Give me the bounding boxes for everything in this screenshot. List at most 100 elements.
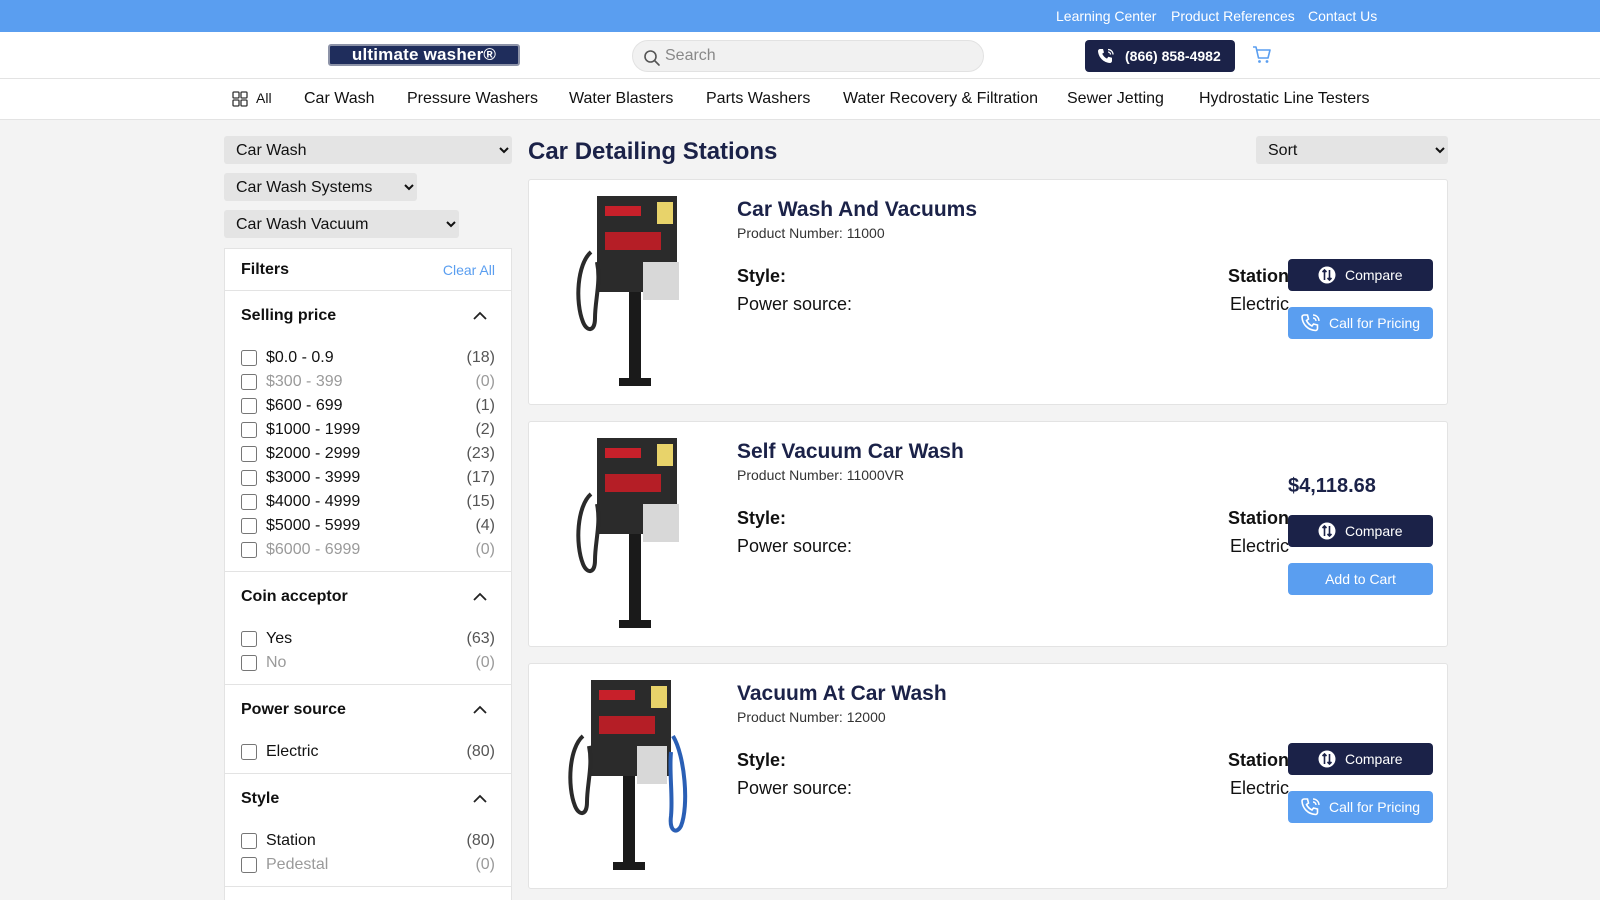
- filter-checkbox[interactable]: [241, 398, 257, 414]
- product-name[interactable]: Car Wash And Vacuums: [737, 198, 977, 222]
- filter-option[interactable]: $4000 - 4999 (15): [241, 492, 495, 512]
- filter-checkbox[interactable]: [241, 446, 257, 462]
- filters-panel: Filters Clear All Selling price $0.0 - 0…: [224, 248, 512, 900]
- filters-header: Filters Clear All: [225, 249, 511, 291]
- nav-item-parts-washers[interactable]: Parts Washers: [706, 90, 810, 108]
- call-for-pricing-button[interactable]: Call for Pricing: [1288, 791, 1433, 823]
- filter-option[interactable]: Station (80): [241, 831, 495, 851]
- learning-center-link[interactable]: Learning Center: [1056, 8, 1156, 24]
- filter-option[interactable]: Electric (80): [241, 742, 495, 762]
- filter-checkbox[interactable]: [241, 350, 257, 366]
- filter-checkbox[interactable]: [241, 744, 257, 760]
- filter-option-count: (0): [475, 654, 495, 671]
- filter-section-selling-price: Selling price $0.0 - 0.9 (18) $300 - 399 (…: [225, 291, 511, 572]
- product-card: Car Wash And Vacuums Product Number: 110…: [528, 179, 1448, 405]
- filter-option[interactable]: $1000 - 1999 (2): [241, 420, 495, 440]
- phone-button[interactable]: (866) 858-4982: [1085, 40, 1235, 72]
- cart-icon[interactable]: [1252, 45, 1272, 65]
- filters-title: Filters: [241, 261, 290, 278]
- filter-checkbox[interactable]: [241, 833, 257, 849]
- category-select-2[interactable]: Car Wash Systems: [224, 173, 417, 201]
- filter-option[interactable]: $6000 - 6999 (0): [241, 540, 495, 560]
- category-select-3[interactable]: Car Wash Vacuum: [224, 210, 459, 238]
- product-card: Vacuum At Car Wash Product Number: 12000…: [528, 663, 1448, 889]
- sort-select[interactable]: Sort: [1256, 136, 1448, 164]
- compare-label: Compare: [1345, 267, 1403, 283]
- filter-option[interactable]: $0.0 - 0.9 (18): [241, 348, 495, 368]
- filter-checkbox[interactable]: [241, 631, 257, 647]
- contact-us-link[interactable]: Contact Us: [1308, 8, 1377, 24]
- filter-checkbox[interactable]: [241, 857, 257, 873]
- category-select-1[interactable]: Car Wash: [224, 136, 512, 164]
- filter-option-count: (4): [475, 517, 495, 534]
- product-name[interactable]: Vacuum At Car Wash: [737, 682, 947, 706]
- filter-section-title: Coin acceptor: [241, 588, 348, 605]
- filter-checkbox[interactable]: [241, 494, 257, 510]
- filter-section-title: Power source: [241, 701, 346, 718]
- filter-checkbox[interactable]: [241, 422, 257, 438]
- style-value: Station: [1228, 750, 1289, 770]
- call-for-pricing-button[interactable]: Call for Pricing: [1288, 307, 1433, 339]
- filter-checkbox[interactable]: [241, 518, 257, 534]
- add-to-cart-button[interactable]: Add to Cart: [1288, 563, 1433, 595]
- power-source-label: Power source:: [737, 294, 853, 314]
- product-image[interactable]: [561, 192, 701, 392]
- nav-all[interactable]: All: [232, 90, 282, 110]
- nav-item-hydrostatic-line-testers[interactable]: Hydrostatic Line Testers: [1199, 90, 1369, 108]
- compare-label: Compare: [1345, 751, 1403, 767]
- filter-option[interactable]: $300 - 399 (0): [241, 372, 495, 392]
- page-title: Car Detailing Stations: [528, 138, 778, 165]
- nav-item-water-blasters[interactable]: Water Blasters: [569, 90, 673, 108]
- filter-checkbox[interactable]: [241, 374, 257, 390]
- compare-button[interactable]: Compare: [1288, 515, 1433, 547]
- filter-option[interactable]: $5000 - 5999 (4): [241, 516, 495, 536]
- filter-checkbox[interactable]: [241, 655, 257, 671]
- style-label: Style:: [737, 266, 787, 286]
- filter-option-label: $600 - 699: [266, 397, 343, 414]
- product-image[interactable]: [561, 434, 701, 634]
- filter-option[interactable]: Yes (63): [241, 629, 495, 649]
- chevron-up-icon[interactable]: [473, 794, 487, 803]
- product-references-link[interactable]: Product References: [1171, 8, 1295, 24]
- search-input[interactable]: [665, 45, 965, 67]
- filter-option-count: (23): [466, 445, 495, 462]
- filter-option[interactable]: $2000 - 2999 (23): [241, 444, 495, 464]
- filter-checkbox[interactable]: [241, 542, 257, 558]
- compare-button[interactable]: Compare: [1288, 259, 1433, 291]
- filter-option-label: $300 - 399: [266, 373, 343, 390]
- filter-section-coin-acceptor: Coin acceptor Yes (63) No (0): [225, 572, 511, 685]
- chevron-up-icon[interactable]: [473, 311, 487, 320]
- product-number: Product Number: 12000: [737, 709, 886, 725]
- nav-item-pressure-washers[interactable]: Pressure Washers: [407, 90, 538, 108]
- filter-option-count: (2): [475, 421, 495, 438]
- clear-all-link[interactable]: Clear All: [443, 262, 495, 278]
- filter-option[interactable]: $3000 - 3999 (17): [241, 468, 495, 488]
- chevron-up-icon[interactable]: [473, 705, 487, 714]
- nav-item-car-wash[interactable]: Car Wash: [304, 90, 375, 108]
- filter-option[interactable]: No (0): [241, 653, 495, 673]
- category-nav: All Car Wash Pressure Washers Water Blas…: [0, 79, 1600, 120]
- filter-option-count: (0): [475, 856, 495, 873]
- filter-option-label: Pedestal: [266, 856, 329, 873]
- compare-button[interactable]: Compare: [1288, 743, 1433, 775]
- filter-option-count: (80): [466, 743, 495, 760]
- product-name[interactable]: Self Vacuum Car Wash: [737, 440, 964, 464]
- filter-option-label: $2000 - 2999: [266, 445, 361, 462]
- nav-item-water-recovery[interactable]: Water Recovery & Filtration: [843, 90, 1038, 108]
- power-source-value: Electric: [1229, 294, 1289, 314]
- phone-icon: [1301, 798, 1320, 816]
- product-image[interactable]: [561, 676, 701, 876]
- filter-section-title: Style: [241, 790, 280, 807]
- search-box[interactable]: [632, 40, 984, 72]
- compare-label: Compare: [1345, 523, 1403, 539]
- logo[interactable]: ultimate washer®: [328, 44, 520, 66]
- style-value: Station: [1228, 266, 1289, 286]
- phone-number: (866) 858-4982: [1125, 48, 1221, 64]
- filter-option[interactable]: Pedestal (0): [241, 855, 495, 875]
- search-icon: [644, 50, 660, 66]
- nav-item-sewer-jetting[interactable]: Sewer Jetting: [1067, 90, 1164, 108]
- filter-option[interactable]: $600 - 699 (1): [241, 396, 495, 416]
- chevron-up-icon[interactable]: [473, 592, 487, 601]
- filter-option-label: $1000 - 1999: [266, 421, 361, 438]
- filter-checkbox[interactable]: [241, 470, 257, 486]
